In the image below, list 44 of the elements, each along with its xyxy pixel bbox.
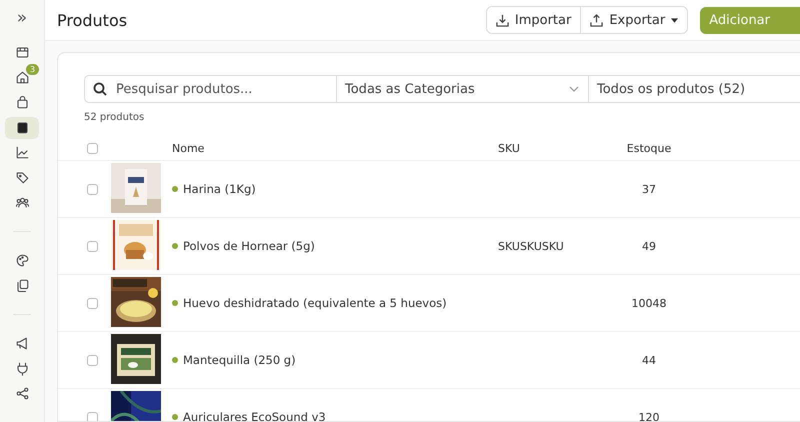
category-dropdown[interactable]: Todas as Categorias	[337, 76, 589, 102]
row-checkbox[interactable]	[87, 184, 98, 194]
stock-cell-text: 10048	[630, 296, 668, 310]
plug-icon	[14, 361, 30, 376]
column-header[interactable]: Estoque	[598, 142, 700, 154]
sidebar-item[interactable]	[5, 116, 39, 138]
row-checkbox[interactable]	[87, 354, 98, 366]
page-title: Produtos	[57, 10, 128, 30]
copy-icon	[14, 278, 30, 293]
row-checkbox[interactable]	[87, 298, 98, 308]
store-icon	[14, 45, 30, 60]
stock-cell-text: 49	[641, 240, 657, 252]
row-checkbox[interactable]	[87, 412, 98, 421]
line-chart-icon	[14, 145, 30, 160]
palette-icon	[14, 253, 30, 268]
stock-cell-text: 37	[641, 182, 657, 196]
status-dropdown[interactable]: Todos os produtos (52)	[589, 76, 800, 102]
notification-badge: 3	[26, 64, 40, 74]
upload-icon	[590, 14, 604, 26]
product-count: 52 produtos	[84, 112, 144, 123]
shopping-bag-icon	[14, 95, 30, 110]
expand-icon[interactable]: »	[16, 8, 28, 32]
home-icon	[14, 70, 30, 85]
product-name[interactable]: Auriculares EcoSound v3	[183, 410, 326, 421]
stock-cell-text: 120	[638, 410, 660, 421]
product-name[interactable]: Harina (1Kg)	[183, 182, 256, 196]
box-icon	[14, 120, 30, 135]
row-checkbox[interactable]	[87, 240, 98, 252]
product-name[interactable]: Polvos de Hornear (5g)	[183, 239, 315, 253]
product-name[interactable]: Huevo deshidratado (equivalente a 5 huevos)	[183, 296, 447, 310]
select-all-checkbox[interactable]	[87, 142, 98, 154]
sku-cell: SKUSKUSKU	[498, 240, 564, 253]
tag-icon	[14, 170, 30, 185]
stock-cell-text: 44	[641, 354, 657, 366]
search-icon	[93, 82, 107, 96]
people-icon	[14, 195, 30, 210]
column-header[interactable]: SKU	[498, 142, 598, 154]
download-icon	[496, 14, 509, 26]
export-button[interactable]: Exportar	[580, 7, 688, 33]
product-name[interactable]: Mantequilla (250 g)	[183, 353, 296, 367]
share-icon	[14, 386, 30, 401]
column-header[interactable]: Nome	[172, 142, 498, 154]
caret-icon	[671, 18, 678, 22]
megaphone-icon	[14, 336, 30, 351]
